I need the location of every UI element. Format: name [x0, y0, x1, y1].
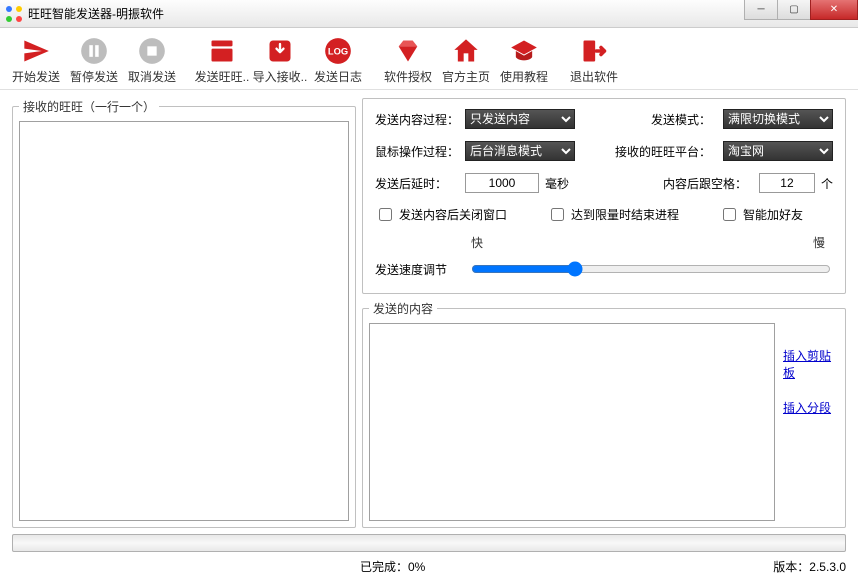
send-content-legend: 发送的内容	[369, 300, 437, 317]
import-down-icon	[265, 36, 295, 66]
home-icon	[451, 36, 481, 66]
export-box-icon	[207, 36, 237, 66]
mouse-op-label: 鼠标操作过程：	[375, 143, 459, 160]
tutorial-button[interactable]: 使用教程	[496, 32, 552, 87]
svg-text:LOG: LOG	[328, 47, 348, 57]
smart-friend-checkbox[interactable]: 智能加好友	[719, 205, 803, 224]
spaces-label: 内容后跟空格：	[575, 175, 753, 192]
send-content-process-select[interactable]: 只发送内容	[465, 109, 575, 129]
paper-plane-icon	[21, 36, 51, 66]
speed-fast-label: 快	[471, 234, 483, 251]
send-content-textarea[interactable]	[369, 323, 775, 521]
software-auth-button[interactable]: 软件授权	[380, 32, 436, 87]
close-button[interactable]: ✕	[810, 0, 858, 20]
insert-segment-link[interactable]: 插入分段	[783, 399, 839, 416]
import-recv-button[interactable]: 导入接收..	[252, 32, 308, 87]
send-content-fieldset: 发送的内容 插入剪贴板 插入分段	[362, 300, 846, 528]
recv-wangwang-legend: 接收的旺旺（一行一个）	[19, 98, 159, 115]
cancel-send-button[interactable]: 取消发送	[124, 32, 180, 87]
spaces-unit: 个	[821, 175, 833, 192]
send-content-process-label: 发送内容过程：	[375, 111, 459, 128]
pause-circle-icon	[79, 36, 109, 66]
minimize-button[interactable]: ─	[744, 0, 778, 20]
stop-circle-icon	[137, 36, 167, 66]
toolbar: 开始发送 暂停发送 取消发送 发送旺旺.. 导入接收.. LOG 发送日志	[0, 28, 858, 90]
app-icon	[6, 6, 22, 22]
send-log-button[interactable]: LOG 发送日志	[310, 32, 366, 87]
recv-platform-select[interactable]: 淘宝网	[723, 141, 833, 161]
status-bar: 已完成：0% 版本：2.5.3.0	[0, 552, 858, 579]
titlebar: 旺旺智能发送器-明振软件 ─ ▢ ✕	[0, 0, 858, 28]
homepage-button[interactable]: 官方主页	[438, 32, 494, 87]
speed-label: 发送速度调节	[375, 261, 459, 278]
recv-wangwang-fieldset: 接收的旺旺（一行一个）	[12, 98, 356, 528]
recv-wangwang-textarea[interactable]	[19, 121, 349, 521]
grad-cap-icon	[509, 36, 539, 66]
insert-clipboard-link[interactable]: 插入剪贴板	[783, 347, 839, 381]
send-wangwang-button[interactable]: 发送旺旺..	[194, 32, 250, 87]
window-title: 旺旺智能发送器-明振软件	[28, 5, 164, 22]
diamond-icon	[393, 36, 423, 66]
exit-icon	[579, 36, 609, 66]
maximize-button[interactable]: ▢	[777, 0, 811, 20]
start-send-button[interactable]: 开始发送	[8, 32, 64, 87]
recv-platform-label: 接收的旺旺平台：	[581, 143, 717, 160]
pause-send-button[interactable]: 暂停发送	[66, 32, 122, 87]
speed-slider[interactable]	[471, 261, 831, 277]
mouse-op-select[interactable]: 后台消息模式	[465, 141, 575, 161]
completed-label: 已完成：	[360, 560, 408, 574]
completed-value: 0%	[408, 560, 425, 574]
exit-button[interactable]: 退出软件	[566, 32, 622, 87]
log-icon: LOG	[323, 36, 353, 66]
spaces-input[interactable]	[759, 173, 815, 193]
close-after-checkbox[interactable]: 发送内容后关闭窗口	[375, 205, 507, 224]
send-mode-label: 发送模式：	[581, 111, 717, 128]
delay-label: 发送后延时：	[375, 175, 459, 192]
version-label: 版本：	[773, 560, 809, 574]
send-mode-select[interactable]: 满限切换模式	[723, 109, 833, 129]
version-value: 2.5.3.0	[809, 560, 846, 574]
speed-slow-label: 慢	[813, 234, 825, 251]
progress-bar	[12, 534, 846, 552]
end-on-limit-checkbox[interactable]: 达到限量时结束进程	[547, 205, 679, 224]
options-fieldset: 发送内容过程： 只发送内容 发送模式： 满限切换模式 鼠标操作过程： 后台消息模…	[362, 98, 846, 294]
delay-input[interactable]	[465, 173, 539, 193]
delay-unit: 毫秒	[545, 175, 569, 192]
